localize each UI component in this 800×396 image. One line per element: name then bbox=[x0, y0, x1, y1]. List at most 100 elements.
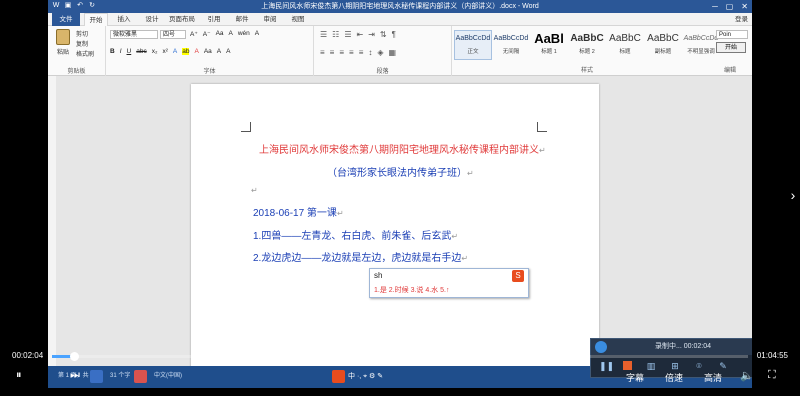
char-border-button[interactable]: A bbox=[255, 30, 259, 38]
increase-indent-icon[interactable]: ⇥ bbox=[368, 30, 375, 39]
tab-layout[interactable]: 页面布局 bbox=[166, 13, 198, 26]
style-heading-1[interactable]: AaBl 标题 1 bbox=[530, 30, 568, 60]
strikethrough-button[interactable]: abc bbox=[136, 48, 146, 55]
ribbon-home: 粘贴 剪切 复制 格式刷 剪贴板 微软雅黑 四号 A⁺ A⁻ Aa A wén bbox=[48, 26, 752, 76]
grow-font-button[interactable]: A⁺ bbox=[190, 30, 198, 38]
char-shading-button[interactable]: Aa bbox=[204, 48, 212, 55]
taskbar-app-icon[interactable] bbox=[134, 370, 147, 383]
fullscreen-icon[interactable]: ⛶ bbox=[768, 369, 776, 382]
style-name: 标题 bbox=[619, 49, 631, 55]
enclose-char-button[interactable]: A bbox=[217, 48, 221, 55]
style-sample: AaBbC bbox=[570, 33, 604, 44]
speed-button[interactable]: 倍速 bbox=[665, 371, 683, 384]
highlight-button[interactable]: ab bbox=[182, 48, 190, 55]
format-painter-button[interactable]: 格式刷 bbox=[76, 50, 94, 60]
doc-empty-line: ↵ bbox=[251, 185, 258, 196]
start-button[interactable]: 开始 bbox=[716, 42, 746, 53]
style-no-spacing[interactable]: AaBbCcDd 无间隔 bbox=[492, 30, 530, 60]
maximize-button[interactable]: ▢ bbox=[726, 0, 734, 13]
numbering-icon[interactable]: ☷ bbox=[332, 30, 339, 39]
bold-button[interactable]: B bbox=[110, 48, 115, 55]
change-case-button[interactable]: Aa bbox=[216, 30, 224, 38]
ime-composition: sh bbox=[374, 271, 383, 280]
next-button[interactable]: ⏭ bbox=[70, 369, 80, 382]
window-controls: ─ ▢ ✕ bbox=[712, 0, 748, 13]
ime-candidate-list[interactable]: 1.是 2.时候 3.说 4.水 5.↑ bbox=[374, 287, 449, 294]
phonetic-guide-button[interactable]: wén bbox=[238, 30, 250, 38]
italic-button[interactable]: I bbox=[120, 48, 122, 55]
tab-design[interactable]: 设计 bbox=[140, 13, 164, 26]
find-box[interactable]: Poin bbox=[716, 30, 748, 39]
document-page[interactable]: 上海民间风水师宋俊杰第八期阴阳宅地理风水秘传课程内部讲义↵ （台湾形家长眼法内传… bbox=[191, 84, 599, 374]
copy-button[interactable]: 复制 bbox=[76, 40, 94, 50]
margin-corner-tl bbox=[241, 122, 251, 132]
login-link[interactable]: 登录 bbox=[735, 13, 748, 26]
minimize-button[interactable]: ─ bbox=[712, 0, 718, 13]
tab-file[interactable]: 文件 bbox=[52, 13, 80, 26]
decrease-indent-icon[interactable]: ⇤ bbox=[357, 30, 364, 39]
line-spacing-icon[interactable]: ↕ bbox=[368, 48, 372, 57]
recorder-stop-icon[interactable] bbox=[623, 361, 632, 370]
tab-mailings[interactable]: 邮件 bbox=[230, 13, 254, 26]
paste-button[interactable]: 粘贴 bbox=[52, 29, 74, 63]
style-subtle-emphasis[interactable]: AaBbCcDd 不明显强调 bbox=[682, 30, 720, 60]
paste-label: 粘贴 bbox=[56, 50, 69, 56]
char-spacing-button[interactable]: A bbox=[226, 48, 230, 55]
distributed-icon[interactable]: ≡ bbox=[359, 48, 364, 57]
ime-candidates[interactable]: 1.是 2.时候 3.说 4.水 5.↑ bbox=[374, 285, 449, 295]
paragraph-mark: ↵ bbox=[451, 232, 459, 241]
multilevel-list-icon[interactable]: ☰ bbox=[344, 30, 351, 39]
font-name-select[interactable]: 微软雅黑 bbox=[110, 30, 158, 39]
quality-button[interactable]: 高清 bbox=[704, 371, 722, 384]
tab-insert[interactable]: 插入 bbox=[112, 13, 136, 26]
ime-candidate-window[interactable]: sh S 1.是 2.时候 3.说 4.水 5.↑ bbox=[369, 268, 529, 298]
progress-bar[interactable] bbox=[52, 352, 748, 361]
volume-icon[interactable]: 🔈 bbox=[740, 369, 754, 382]
text-effects-button[interactable]: A bbox=[173, 48, 177, 55]
subscript-button[interactable]: x₂ bbox=[152, 48, 158, 55]
sort-icon[interactable]: ⇅ bbox=[380, 30, 387, 39]
start-icon[interactable] bbox=[90, 370, 103, 383]
subtitles-button[interactable]: 字幕 bbox=[626, 371, 644, 384]
recorder-pause-icon[interactable]: ❚❚ bbox=[599, 359, 614, 373]
align-right-icon[interactable]: ≡ bbox=[339, 48, 344, 57]
ime-tray[interactable]: 中 ·, ⌖ ⚙ ✎ bbox=[348, 369, 383, 384]
tab-review[interactable]: 审阅 bbox=[258, 13, 282, 26]
underline-button[interactable]: U bbox=[127, 48, 132, 55]
styles-gallery: AaBbCcDd 正文 AaBbCcDd 无间隔 AaBl 标题 1 AaBbC… bbox=[454, 30, 720, 60]
shading-icon[interactable]: ◈ bbox=[377, 48, 383, 57]
style-heading-2[interactable]: AaBbC 标题 2 bbox=[568, 30, 606, 60]
shrink-font-button[interactable]: A⁻ bbox=[203, 30, 211, 38]
font-group-label: 字体 bbox=[203, 69, 216, 75]
doc-date-text: 2018-06-17 第一课 bbox=[253, 208, 337, 219]
superscript-button[interactable]: x² bbox=[162, 48, 167, 55]
bullets-icon[interactable]: ☰ bbox=[320, 30, 327, 39]
play-pause-button[interactable]: ⏸ bbox=[16, 369, 22, 382]
next-arrow-icon[interactable]: › bbox=[786, 178, 800, 212]
font-color-button[interactable]: A bbox=[194, 48, 198, 55]
style-name: 标题 1 bbox=[541, 49, 557, 55]
close-button[interactable]: ✕ bbox=[741, 0, 748, 13]
recording-status: 录制中... 00:02:04 bbox=[654, 343, 712, 350]
doc-date-line: 2018-06-17 第一课↵ bbox=[253, 204, 344, 219]
tab-view[interactable]: 视图 bbox=[286, 13, 310, 26]
align-center-icon[interactable]: ≡ bbox=[330, 48, 335, 57]
sogou-tray-icon[interactable] bbox=[332, 370, 345, 383]
style-subtitle[interactable]: AaBbC 副标题 bbox=[644, 30, 682, 60]
borders-icon[interactable]: ▦ bbox=[389, 48, 397, 57]
tab-home[interactable]: 开始 bbox=[84, 13, 108, 26]
font-size-select[interactable]: 四号 bbox=[160, 30, 186, 39]
align-left-icon[interactable]: ≡ bbox=[320, 48, 325, 57]
clear-format-button[interactable]: A bbox=[229, 30, 233, 38]
style-normal[interactable]: AaBbCcDd 正文 bbox=[454, 30, 492, 60]
recorder-bars-icon[interactable]: ▥ bbox=[646, 359, 656, 373]
cut-button[interactable]: 剪切 bbox=[76, 30, 94, 40]
style-title[interactable]: AaBbC 标题 bbox=[606, 30, 644, 60]
show-marks-icon[interactable]: ¶ bbox=[392, 30, 396, 39]
recorder-camera-icon[interactable]: ⌾ bbox=[694, 359, 704, 373]
ribbon-tabs: 文件 开始 插入 设计 页面布局 引用 邮件 审阅 视图 登录 bbox=[48, 13, 752, 26]
paragraph-row-2: ≡ ≡ ≡ ≡ ≡ ↕ ◈ ▦ bbox=[320, 48, 396, 57]
tab-references[interactable]: 引用 bbox=[202, 13, 226, 26]
justify-icon[interactable]: ≡ bbox=[349, 48, 354, 57]
vertical-ruler bbox=[48, 76, 56, 366]
